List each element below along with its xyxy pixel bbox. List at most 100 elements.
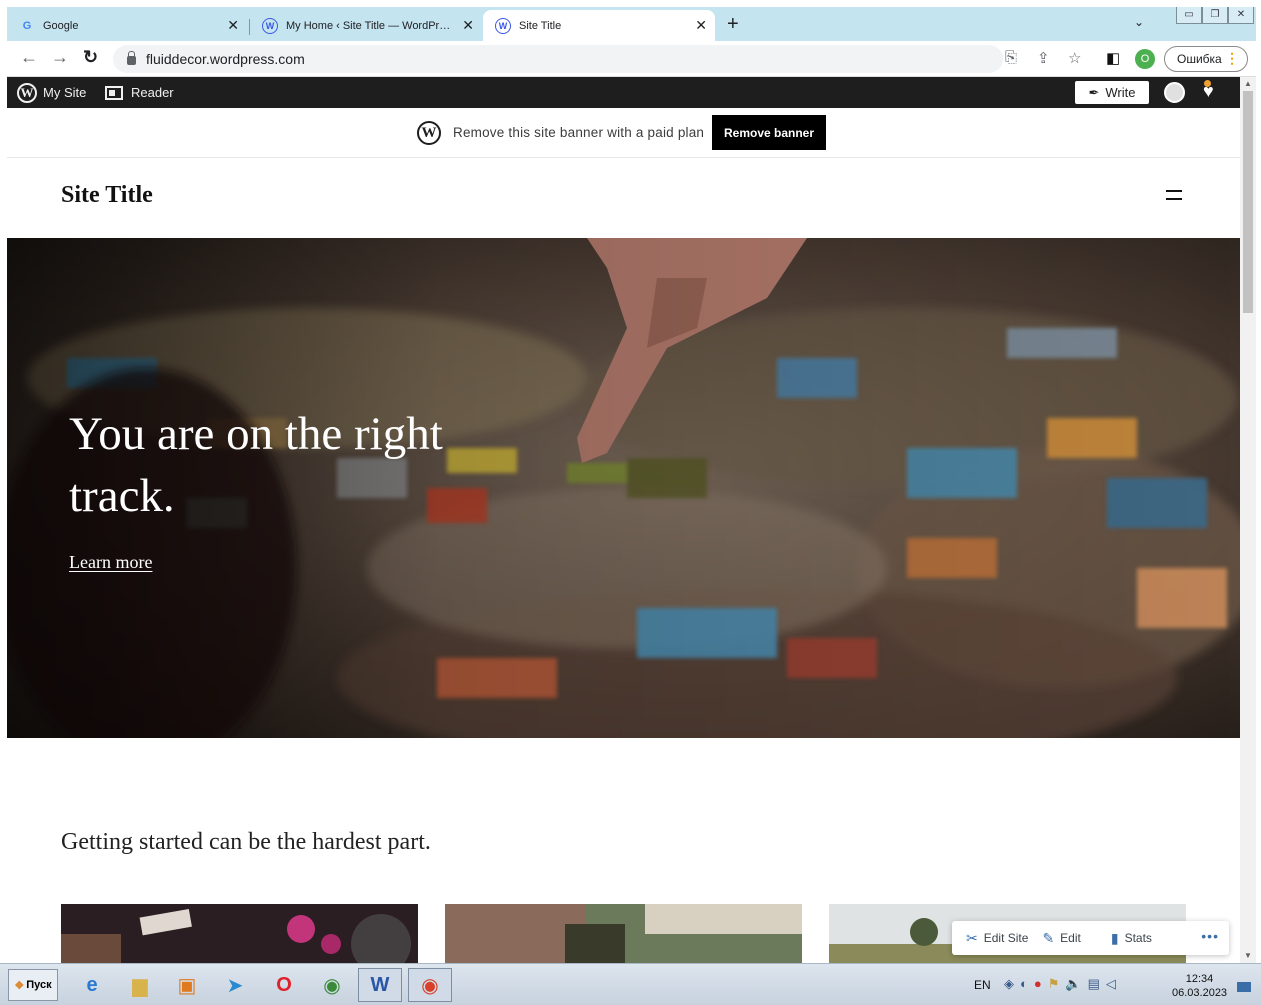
chevron-down-icon[interactable]: ⌄ xyxy=(1134,15,1144,29)
scroll-up-icon[interactable]: ▲ xyxy=(1244,79,1252,88)
tab-title: My Home ‹ Site Title — WordPress.com xyxy=(286,19,456,32)
antivirus-icon[interactable]: ● xyxy=(1034,976,1042,992)
opera-icon[interactable]: O xyxy=(262,968,306,1002)
error-button[interactable]: Ошибка ⋮ xyxy=(1164,46,1248,72)
close-tab-icon[interactable]: ✕ xyxy=(695,17,707,34)
edit-site-label: Edit Site xyxy=(983,931,1029,945)
reader-icon xyxy=(105,85,123,100)
learn-more-link[interactable]: Learn more xyxy=(69,552,152,573)
write-button[interactable]: ✒ Write xyxy=(1075,81,1149,104)
explorer-icon[interactable]: ▆ xyxy=(118,968,162,1002)
restore-icon[interactable]: ❐ xyxy=(1202,7,1228,24)
avatar[interactable] xyxy=(1164,82,1185,103)
language-indicator[interactable]: EN xyxy=(974,978,991,992)
card-image-1[interactable] xyxy=(61,904,418,963)
volume-icon[interactable]: 🔈 xyxy=(1065,976,1081,992)
bookmark-star-icon[interactable]: ☆ xyxy=(1068,49,1081,67)
reader-label: Reader xyxy=(131,85,174,100)
translate-icon[interactable]: ⎘ xyxy=(1005,49,1017,66)
minimize-icon[interactable]: ▭ xyxy=(1176,7,1202,24)
notification-dot xyxy=(1204,80,1211,87)
profile-avatar[interactable]: O xyxy=(1135,49,1155,69)
stats-button[interactable]: ▮ Stats xyxy=(1111,930,1152,947)
floating-edit-bar: ✂ Edit Site ✎ Edit ▮ Stats ••• xyxy=(952,921,1229,955)
banner-text: Remove this site banner with a paid plan xyxy=(453,125,705,140)
card-image-2[interactable] xyxy=(445,904,802,963)
browser-toolbar: ← → ↻ fluiddecor.wordpress.com ⎘ ⇪ ☆ ◧ O… xyxy=(7,41,1256,77)
tab-site-title[interactable]: W Site Title ✕ xyxy=(483,10,715,41)
google-g-icon: G xyxy=(22,19,32,32)
edit-site-button[interactable]: ✂ Edit Site xyxy=(966,930,1028,947)
start-button[interactable]: ❖ Пуск xyxy=(8,969,58,1001)
shield-icon[interactable]: ◈ xyxy=(1004,976,1014,992)
lock-icon xyxy=(127,51,136,65)
wordpress-icon: W xyxy=(417,121,441,145)
ie-icon[interactable]: e xyxy=(70,968,114,1002)
close-tab-icon[interactable]: ✕ xyxy=(227,17,239,34)
forward-arrow-icon[interactable]: → xyxy=(51,47,69,68)
telegram-icon[interactable]: ➤ xyxy=(213,968,257,1002)
flowers-photo xyxy=(61,904,418,963)
wordpress-icon: W xyxy=(495,17,511,34)
bar-chart-icon: ▮ xyxy=(1110,929,1119,946)
menu-icon[interactable] xyxy=(1166,190,1182,200)
chrome-profile-icon[interactable]: ◉ xyxy=(310,968,354,1002)
reload-icon[interactable]: ↻ xyxy=(83,47,98,68)
show-desktop-icon[interactable] xyxy=(1237,982,1251,992)
scrollbar-thumb[interactable] xyxy=(1243,91,1253,313)
wordpress-icon: W xyxy=(262,17,278,34)
windows-logo-icon: ❖ xyxy=(14,979,25,992)
tab-title: Google xyxy=(43,19,79,32)
screen: G Google ✕ W My Home ‹ Site Title — Word… xyxy=(0,0,1261,1005)
new-tab-button[interactable]: + xyxy=(727,13,739,36)
media-player-icon[interactable]: ▣ xyxy=(165,968,209,1002)
tab-wordpress-home[interactable]: W My Home ‹ Site Title — WordPress.com ✕ xyxy=(250,10,482,41)
back-arrow-icon[interactable]: ← xyxy=(20,47,38,68)
clock-time: 12:34 xyxy=(1185,973,1214,985)
chrome-icon[interactable]: ◉ xyxy=(408,968,452,1002)
side-panel-icon[interactable]: ◧ xyxy=(1106,49,1120,67)
pen-icon: ✒ xyxy=(1088,84,1100,100)
write-label: Write xyxy=(1105,85,1136,100)
battery-icon[interactable]: ▤ xyxy=(1088,976,1100,992)
edit-label: Edit xyxy=(1060,931,1081,945)
vertical-scrollbar[interactable]: ▲ ▼ xyxy=(1240,77,1256,963)
close-tab-icon[interactable]: ✕ xyxy=(462,17,474,34)
scroll-down-icon[interactable]: ▼ xyxy=(1244,951,1252,960)
my-site-link[interactable]: W My Site xyxy=(17,77,86,108)
site-title[interactable]: Site Title xyxy=(61,182,153,209)
browser-tabstrip: G Google ✕ W My Home ‹ Site Title — Word… xyxy=(7,7,1256,41)
start-label: Пуск xyxy=(26,979,52,991)
close-window-icon[interactable]: ✕ xyxy=(1228,7,1254,24)
more-vert-icon: ⋮ xyxy=(1225,50,1239,66)
word-icon[interactable]: W xyxy=(358,968,402,1002)
section-heading: Getting started can be the hardest part. xyxy=(61,829,431,855)
garden-photo xyxy=(445,904,802,963)
edit-button[interactable]: ✎ Edit xyxy=(1042,930,1080,947)
tools-icon: ✂ xyxy=(966,929,978,946)
sound-icon[interactable]: ◁ xyxy=(1106,976,1116,992)
more-icon[interactable]: ••• xyxy=(1201,928,1219,944)
window-controls: ▭ ❐ ✕ xyxy=(1176,7,1254,24)
wordpress-icon: W xyxy=(17,82,37,103)
system-clock[interactable]: 12:34 06.03.2023 xyxy=(1172,972,1227,1000)
hero-cover: You are on the right track. Learn more xyxy=(7,238,1240,738)
remove-banner-button[interactable]: Remove banner xyxy=(712,115,826,150)
my-site-label: My Site xyxy=(43,85,87,100)
hero-heading: You are on the right track. xyxy=(69,408,443,522)
flag-icon[interactable]: ⚑ xyxy=(1048,976,1060,992)
wp-admin-bar: W My Site Reader ✒ Write ♥ xyxy=(7,77,1240,108)
share-icon[interactable]: ⇪ xyxy=(1037,49,1050,67)
page-viewport: W My Site Reader ✒ Write ♥ W Remove this… xyxy=(7,77,1240,963)
tab-google[interactable]: G Google ✕ xyxy=(7,10,247,41)
site-banner: W Remove this site banner with a paid pl… xyxy=(7,108,1240,158)
stats-label: Stats xyxy=(1124,931,1152,945)
address-bar[interactable]: fluiddecor.wordpress.com xyxy=(113,45,1003,73)
windows-taskbar: ❖ Пуск e ▆ ▣ ➤ O ◉ W ◉ EN ◈ ◐ ● ⚑ 🔈 ▤ ◁ … xyxy=(0,963,1261,1005)
reader-link[interactable]: Reader xyxy=(105,77,174,108)
network-icon[interactable]: ◐ xyxy=(1020,976,1028,992)
system-tray: ◈ ◐ ● ⚑ 🔈 ▤ ◁ xyxy=(1004,976,1116,992)
url-text: fluiddecor.wordpress.com xyxy=(146,51,305,67)
pencil-icon: ✎ xyxy=(1042,929,1055,946)
error-label: Ошибка xyxy=(1177,52,1222,66)
